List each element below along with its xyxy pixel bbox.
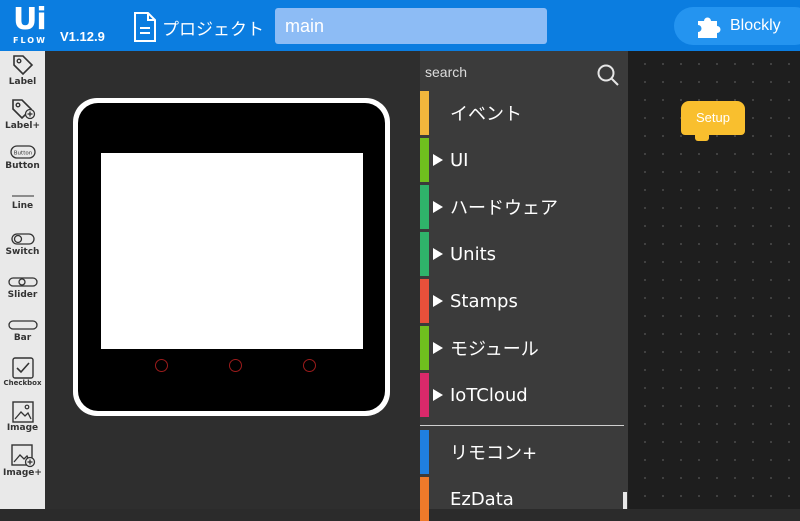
category-color-bar: [420, 477, 429, 521]
tool-line-text: Line: [11, 201, 34, 211]
project-label: プロジェクト: [162, 19, 264, 40]
tool-image-plus-text: Image+: [3, 468, 42, 478]
category-label: IoTCloud: [450, 384, 528, 406]
checkbox-icon: [11, 357, 34, 379]
top-bar: Ui FLOW V1.12.9 プロジェクト Blockly: [0, 0, 800, 51]
expand-arrow-icon: [433, 389, 443, 401]
category-color-bar: [420, 279, 429, 323]
hardware-button-c[interactable]: [303, 359, 316, 372]
ui-tools-panel: Label Label+ Button Button Line Switch S…: [0, 51, 45, 509]
project-button[interactable]: プロジェクト: [132, 11, 264, 43]
category-color-bar: [420, 185, 429, 229]
hardware-button-a[interactable]: [155, 359, 168, 372]
block-category-panel: イベント UI ハードウェア Units Stamps モジュール IoTClo…: [420, 51, 628, 521]
logo-subtext: FLOW: [13, 36, 47, 45]
category-scrollbar[interactable]: [623, 492, 627, 509]
logo-text: Ui: [13, 2, 47, 37]
expand-arrow-icon: [433, 201, 443, 213]
label-plus-icon: [11, 99, 35, 120]
category-label: EzData: [450, 488, 514, 510]
tool-checkbox[interactable]: Checkbox: [0, 357, 45, 387]
category-event[interactable]: イベント: [420, 91, 624, 135]
category-iotcloud[interactable]: IoTCloud: [420, 373, 624, 417]
tool-image-plus[interactable]: Image+: [0, 444, 45, 478]
tool-switch[interactable]: Switch: [0, 231, 45, 257]
tool-slider[interactable]: Slider: [0, 274, 45, 300]
blockly-label: Blockly: [730, 17, 781, 34]
device-screen[interactable]: [101, 153, 363, 349]
category-label: UI: [450, 149, 469, 171]
tool-bar-text: Bar: [13, 333, 32, 343]
tool-button[interactable]: Button Button: [0, 143, 45, 171]
button-icon: Button: [9, 145, 36, 159]
tool-switch-text: Switch: [5, 247, 40, 257]
category-label: Units: [450, 243, 497, 265]
category-stamps[interactable]: Stamps: [420, 279, 624, 323]
blockly-workspace[interactable]: Setup: [628, 51, 800, 509]
expand-arrow-icon: [433, 154, 443, 166]
category-divider: [420, 425, 624, 426]
device-stage: [45, 51, 420, 509]
tool-label-plus[interactable]: Label+: [0, 97, 45, 131]
filename-input[interactable]: [275, 8, 547, 44]
image-plus-icon: [10, 444, 35, 468]
category-label: ハードウェア: [450, 198, 558, 219]
tool-slider-text: Slider: [7, 290, 38, 300]
category-label: リモコン+: [450, 443, 538, 464]
category-ezdata[interactable]: EzData: [420, 477, 624, 521]
category-module[interactable]: モジュール: [420, 326, 624, 370]
version-label: V1.12.9: [60, 29, 105, 44]
expand-arrow-icon: [433, 295, 443, 307]
search-input[interactable]: [425, 59, 585, 85]
expand-arrow-icon: [433, 342, 443, 354]
category-color-bar: [420, 326, 429, 370]
tool-label-text: Label: [8, 77, 37, 87]
tool-button-text: Button: [5, 161, 40, 171]
category-ui[interactable]: UI: [420, 138, 624, 182]
category-color-bar: [420, 138, 429, 182]
expand-arrow-icon: [433, 248, 443, 260]
image-icon: [11, 401, 34, 423]
document-icon: [134, 12, 156, 42]
tool-image[interactable]: Image: [0, 401, 45, 433]
category-label: イベント: [450, 104, 522, 125]
category-label: Stamps: [450, 290, 518, 312]
m5stack-device: [73, 98, 390, 416]
tool-label[interactable]: Label: [0, 53, 45, 87]
search-bar: [420, 51, 628, 93]
category-remote-plus[interactable]: リモコン+: [420, 430, 624, 474]
label-tag-icon: [12, 55, 33, 76]
category-color-bar: [420, 373, 429, 417]
uiflow-logo: Ui FLOW: [11, 4, 51, 48]
bar-icon: [7, 320, 38, 330]
tool-image-text: Image: [6, 423, 39, 433]
tool-bar[interactable]: Bar: [0, 317, 45, 343]
tool-line[interactable]: Line: [0, 191, 45, 211]
category-hardware[interactable]: ハードウェア: [420, 185, 624, 229]
slider-icon: [7, 277, 38, 287]
puzzle-piece-icon: [698, 17, 721, 38]
switch-icon: [10, 233, 35, 245]
tool-checkbox-text: Checkbox: [3, 379, 42, 387]
setup-block[interactable]: Setup: [681, 101, 745, 141]
category-units[interactable]: Units: [420, 232, 624, 276]
hardware-button-b[interactable]: [229, 359, 242, 372]
search-icon[interactable]: [596, 63, 620, 87]
category-label: モジュール: [450, 339, 539, 360]
line-icon: [11, 195, 34, 197]
blockly-mode-button[interactable]: Blockly: [674, 7, 800, 45]
category-color-bar: [420, 430, 429, 474]
device-body: [78, 103, 385, 411]
button-icon-text: Button: [13, 151, 32, 157]
tool-label-plus-text: Label+: [5, 121, 40, 131]
category-color-bar: [420, 232, 429, 276]
category-color-bar: [420, 91, 429, 135]
